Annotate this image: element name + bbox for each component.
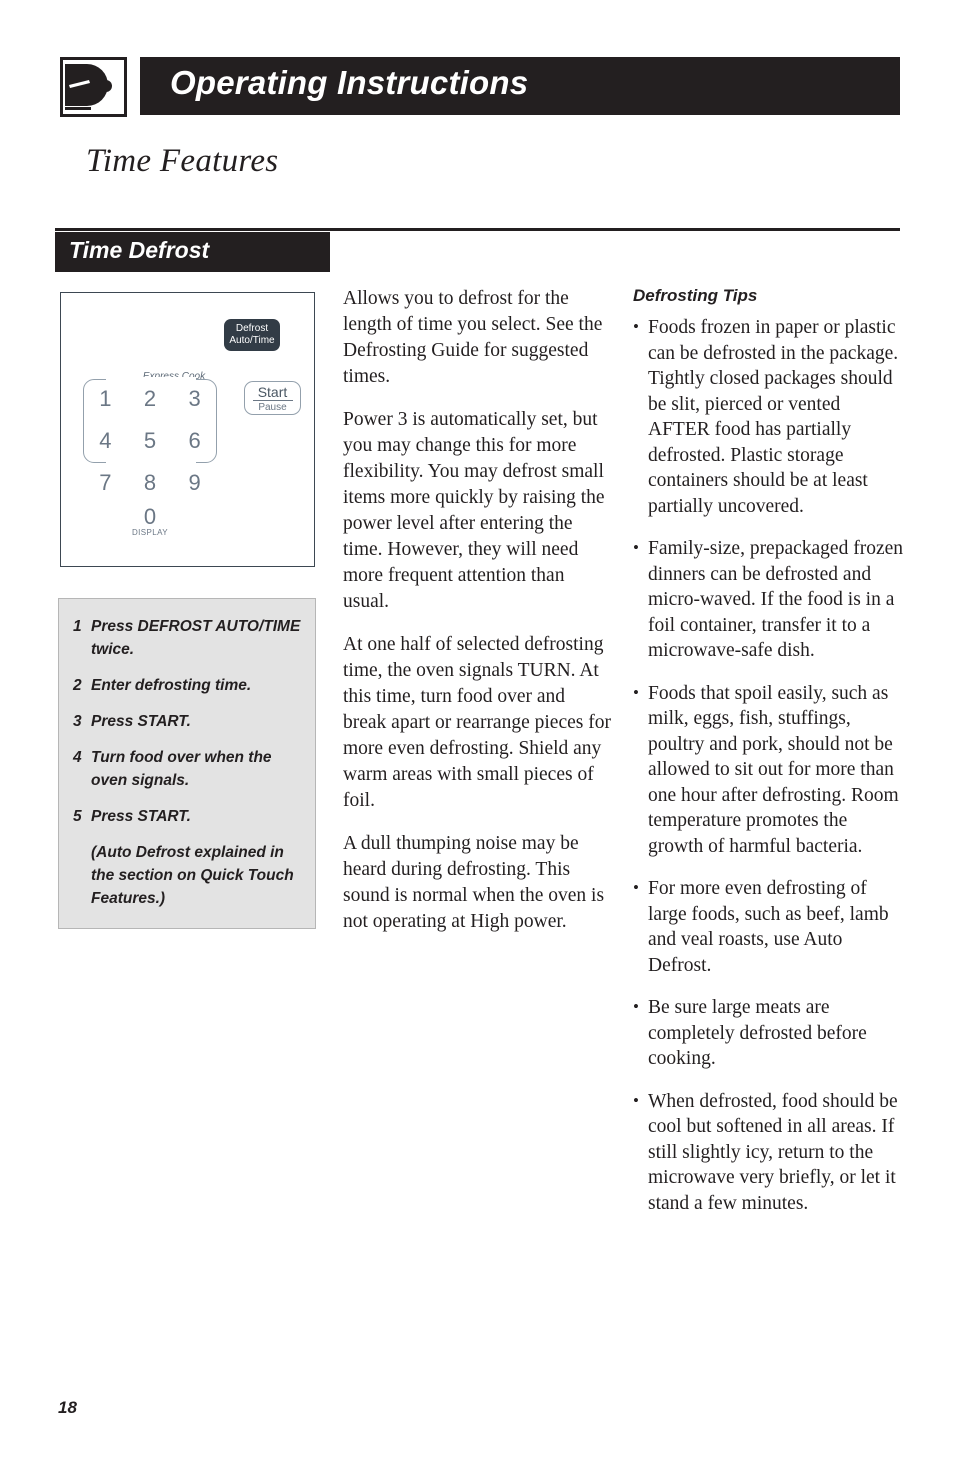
tips-column: Defrosting Tips • Foods frozen in paper … <box>633 286 905 1233</box>
keypad-key-5[interactable]: 5 <box>128 421 173 463</box>
step-text: Enter defrosting time. <box>91 677 252 694</box>
steps-box: 1 Press DEFROST AUTO/TIME twice. 2 Enter… <box>58 598 316 929</box>
step-number: 1 <box>73 618 82 635</box>
step-item: 4 Turn food over when the oven signals. <box>73 746 301 792</box>
page-number: 18 <box>58 1398 77 1417</box>
control-panel-diagram: Defrost Auto/Time Express Cook 1 2 3 4 5… <box>60 292 315 567</box>
step-item: 5 Press START. <box>73 805 301 828</box>
step-item: 2 Enter defrosting time. <box>73 674 301 697</box>
defrost-auto-time-key[interactable]: Defrost Auto/Time <box>224 319 280 351</box>
keypad-key-8[interactable]: 8 <box>128 463 173 505</box>
step-item: 3 Press START. <box>73 710 301 733</box>
display-label: DISPLAY <box>132 528 168 537</box>
tip-text: When defrosted, food should be cool but … <box>648 1090 898 1214</box>
step-item: 1 Press DEFROST AUTO/TIME twice. <box>73 615 301 661</box>
tip-item: • Foods frozen in paper or plastic can b… <box>633 315 905 519</box>
keypad-key-0[interactable]: 0 <box>83 505 217 529</box>
tip-item: • Be sure large meats are completely def… <box>633 995 905 1072</box>
step-text: Press START. <box>91 808 191 825</box>
section-label: Time Defrost <box>55 232 330 272</box>
numeric-keypad: 1 2 3 4 5 6 7 8 9 <box>83 379 217 505</box>
keypad-key-3[interactable]: 3 <box>172 379 217 421</box>
bullet-icon: • <box>633 1090 639 1110</box>
step-number: 2 <box>73 677 82 694</box>
keypad-row: 4 5 6 <box>83 421 217 463</box>
defrost-key-line1: Defrost <box>235 323 269 334</box>
section-label-text: Time Defrost <box>69 237 210 263</box>
body-paragraph: Allows you to defrost for the length of … <box>343 288 603 387</box>
keypad-key-6[interactable]: 6 <box>172 421 217 463</box>
keypad-key-2[interactable]: 2 <box>128 379 173 421</box>
start-key-line2: Pause <box>258 402 287 413</box>
bullet-icon: • <box>633 997 639 1016</box>
header-bar: Operating Instructions <box>140 57 900 115</box>
page-header: Operating Instructions <box>0 57 954 117</box>
keypad-key-7[interactable]: 7 <box>83 463 128 505</box>
bullet-icon: • <box>633 317 639 336</box>
body-column: Allows you to defrost for the length of … <box>343 286 611 952</box>
defrost-key-line2: Auto/Time <box>229 334 275 346</box>
tip-item: • For more even defrosting of large food… <box>633 876 905 978</box>
step-number: 5 <box>73 808 82 825</box>
tip-item: • When defrosted, food should be cool bu… <box>633 1089 905 1217</box>
bullet-icon: • <box>633 538 639 557</box>
microwave-door-icon <box>60 57 127 117</box>
body-paragraph: Power 3 is automatically set, but you ma… <box>343 409 605 612</box>
step-text: Press DEFROST AUTO/TIME twice. <box>91 618 301 658</box>
header-title: Operating Instructions <box>170 64 529 101</box>
keypad-key-9[interactable]: 9 <box>172 463 217 505</box>
keypad-row: 7 8 9 <box>83 463 217 505</box>
tip-text: For more even defrosting of large foods,… <box>648 878 889 976</box>
tip-text: Foods frozen in paper or plastic can be … <box>648 317 899 517</box>
section-divider <box>55 228 900 231</box>
page-title: Time Features <box>86 143 279 179</box>
keypad-row: 1 2 3 <box>83 379 217 421</box>
body-paragraph: A dull thumping noise may be heard durin… <box>343 833 605 932</box>
tips-title: Defrosting Tips <box>633 286 758 305</box>
start-pause-key[interactable]: Start Pause <box>244 381 301 415</box>
tip-item: • Family-size, prepackaged frozen dinner… <box>633 536 905 664</box>
step-number: 3 <box>73 713 82 730</box>
keypad-zero-group: 0 DISPLAY <box>83 505 217 538</box>
keypad-key-4[interactable]: 4 <box>83 421 128 463</box>
tip-text: Foods that spoil easily, such as milk, e… <box>648 682 899 857</box>
step-text: Turn food over when the oven signals. <box>91 749 272 789</box>
tip-item: • Foods that spoil easily, such as milk,… <box>633 681 905 860</box>
start-key-line1: Start <box>252 384 293 401</box>
keypad-key-1[interactable]: 1 <box>83 379 128 421</box>
tip-text: Be sure large meats are completely defro… <box>648 997 867 1069</box>
body-paragraph: At one half of selected defrosting time,… <box>343 634 611 811</box>
steps-note: (Auto Defrost explained in the section o… <box>91 844 294 907</box>
step-text: Press START. <box>91 713 191 730</box>
bullet-icon: • <box>633 682 639 702</box>
step-number: 4 <box>73 749 82 766</box>
bullet-icon: • <box>633 878 639 897</box>
tip-text: Family-size, prepackaged frozen dinners … <box>648 538 904 661</box>
